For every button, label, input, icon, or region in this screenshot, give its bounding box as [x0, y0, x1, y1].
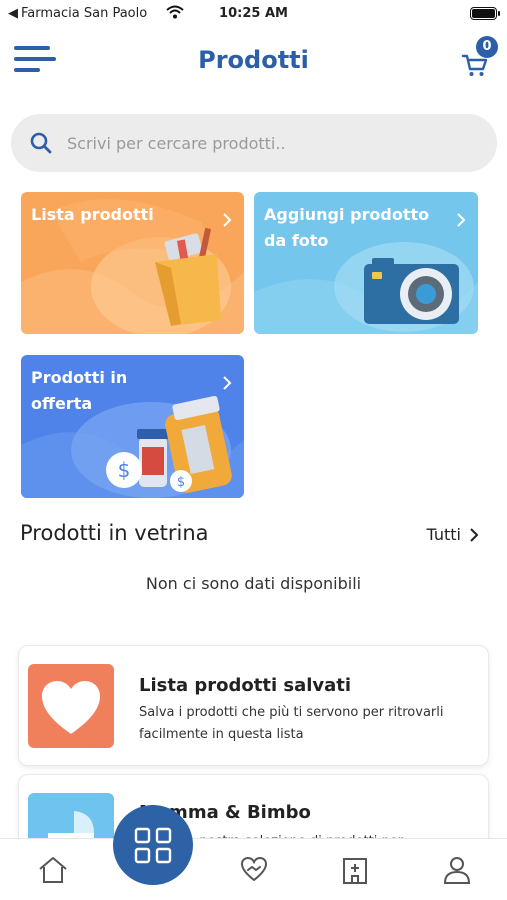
status-bar: ◀ Farmacia San Paolo 10:25 AM — [0, 0, 507, 28]
feature-title: Lista prodotti salvati — [139, 675, 352, 696]
heart-hands-icon[interactable] — [237, 853, 271, 887]
heart-icon — [42, 681, 100, 734]
see-all-link[interactable]: Tutti — [427, 525, 479, 544]
category-label: Lista prodotti — [31, 205, 154, 224]
category-card-lista-prodotti[interactable]: Lista prodotti — [21, 192, 244, 334]
saved-products-thumb — [28, 664, 114, 748]
search-input[interactable] — [67, 114, 477, 172]
saved-products-card[interactable]: Lista prodotti salvati Salva i prodotti … — [18, 645, 489, 766]
svg-text:$: $ — [118, 458, 131, 482]
chevron-right-icon — [223, 376, 232, 390]
feature-description: Salva i prodotti che più ti servono per … — [139, 705, 444, 742]
category-label: Aggiungi prodotto da foto — [264, 205, 430, 250]
profile-icon[interactable] — [440, 853, 474, 887]
status-time: 10:25 AM — [219, 6, 288, 21]
home-icon[interactable] — [36, 853, 70, 887]
tab-bar — [0, 838, 507, 900]
category-label: Prodotti in offerta — [31, 368, 128, 413]
page-title: Prodotti — [198, 46, 309, 74]
cart-button[interactable]: 0 — [460, 36, 500, 78]
catalog-tab-button[interactable] — [113, 805, 193, 885]
search-icon — [30, 132, 52, 154]
pharmacy-icon[interactable] — [338, 853, 372, 887]
catalog-grid-icon — [134, 827, 172, 864]
svg-text:$: $ — [177, 475, 185, 490]
see-all-label: Tutti — [426, 525, 461, 544]
empty-state-message: Non ci sono dati disponibili — [145, 574, 362, 593]
chevron-right-icon — [223, 213, 232, 227]
battery-icon — [470, 7, 500, 20]
section-title: Prodotti in vetrina — [20, 521, 209, 545]
chevron-right-icon — [457, 213, 466, 227]
category-card-prodotti-offerta[interactable]: $ $ Prodotti in offerta — [21, 355, 244, 498]
category-card-aggiungi-prodotto[interactable]: Aggiungi prodotto da foto — [254, 192, 478, 334]
cart-count-badge: 0 — [476, 36, 498, 58]
app-header: Prodotti 0 — [0, 30, 507, 90]
search-bar[interactable] — [11, 114, 497, 172]
chevron-right-icon — [470, 527, 479, 542]
